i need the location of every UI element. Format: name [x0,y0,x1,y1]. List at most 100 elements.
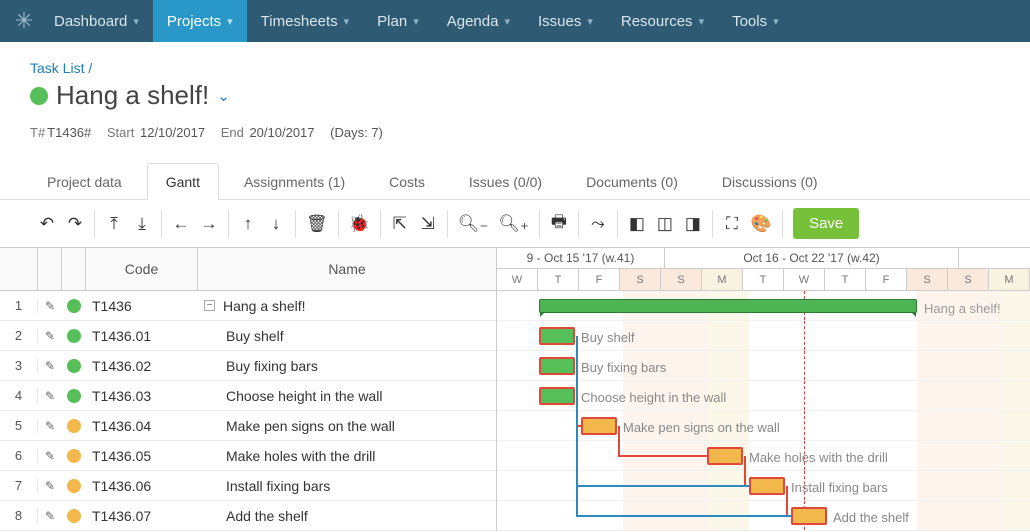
edit-icon[interactable]: ✎ [38,479,62,493]
zoom-out-icon[interactable]: 🔍︎₋ [458,214,489,234]
gantt-bar-label: Buy fixing bars [581,359,666,377]
nav-dashboard[interactable]: Dashboard▾ [40,0,153,42]
delete-icon[interactable]: 🗑 [306,214,328,234]
palette-icon[interactable]: 🎨 [751,214,772,234]
edit-icon[interactable]: ✎ [38,509,62,523]
nav-issues[interactable]: Issues▾ [524,0,607,42]
split-right-icon[interactable]: ◨ [684,214,702,234]
nav-plan[interactable]: Plan▾ [363,0,433,42]
gantt-bar-label: Buy shelf [581,329,634,347]
gantt-task-bar[interactable]: Make holes with the drill [707,447,743,465]
edit-icon[interactable]: ✎ [38,389,62,403]
status-dot-icon [30,87,48,105]
day-header: S [907,269,948,290]
gantt-task-bar[interactable]: Buy shelf [539,327,575,345]
breadcrumb[interactable]: Task List / [30,60,1008,76]
gantt-bar-label: Choose height in the wall [581,389,726,407]
table-row[interactable]: 1✎T1436−Hang a shelf! [0,291,496,321]
chevron-down-icon: ▾ [504,15,510,28]
insert-above-icon[interactable]: ⤒ [105,214,123,234]
table-row[interactable]: 2✎T1436.01Buy shelf [0,321,496,351]
day-header: M [702,269,743,290]
move-up-icon[interactable]: ↑ [239,214,257,234]
week-header: 9 - Oct 15 '17 (w.41) [497,248,665,268]
indent-icon[interactable]: → [200,214,218,234]
redo-icon[interactable]: ↷ [66,214,84,234]
task-code: T1436.01 [86,328,198,344]
collapse-icon[interactable]: − [204,300,215,311]
task-name: Buy fixing bars [198,358,496,374]
nav-timesheets[interactable]: Timesheets▾ [247,0,364,42]
status-dot-icon [62,299,86,313]
edit-icon[interactable]: ✎ [38,299,62,313]
gantt-timeline[interactable]: 9 - Oct 15 '17 (w.41)Oct 16 - Oct 22 '17… [497,248,1030,531]
nav-tools[interactable]: Tools▾ [718,0,793,42]
undo-icon[interactable]: ↶ [38,214,56,234]
print-icon[interactable]: 🖶 [550,209,568,238]
status-dot-icon [62,509,86,523]
nav-projects[interactable]: Projects▾ [153,0,247,42]
table-row[interactable]: 8✎T1436.07Add the shelf [0,501,496,531]
gantt-task-bar[interactable]: Install fixing bars [749,477,785,495]
tab-issues[interactable]: Issues (0/0) [450,163,561,200]
insert-below-icon[interactable]: ⤓ [133,214,151,234]
split-center-icon[interactable]: ◫ [656,214,674,234]
edit-icon[interactable]: ✎ [38,449,62,463]
edit-icon[interactable]: ✎ [38,329,62,343]
bug-icon[interactable]: 🐞 [349,214,370,234]
critical-path-icon[interactable]: ⤳ [589,214,607,234]
zoom-in-icon[interactable]: 🔍︎₊ [498,214,529,234]
save-button[interactable]: Save [793,208,859,239]
tab-assignments[interactable]: Assignments (1) [225,163,364,200]
task-name: Choose height in the wall [198,388,496,404]
move-down-icon[interactable]: ↓ [267,214,285,234]
table-row[interactable]: 7✎T1436.06Install fixing bars [0,471,496,501]
task-name: −Hang a shelf! [198,298,496,314]
split-left-icon[interactable]: ◧ [628,214,646,234]
tab-documents[interactable]: Documents (0) [567,163,697,200]
col-name[interactable]: Name [198,248,496,290]
app-logo-icon[interactable]: ✳ [8,5,40,37]
task-name: Make pen signs on the wall [198,418,496,434]
gantt-task-bar[interactable]: Buy fixing bars [539,357,575,375]
task-code: T1436 [86,298,198,314]
chevron-down-icon: ▾ [587,15,593,28]
gantt-summary-bar[interactable]: Hang a shelf! [539,299,917,313]
expand-all-icon[interactable]: ⇱ [391,214,409,234]
gantt-task-bar[interactable]: Choose height in the wall [539,387,575,405]
gantt-bar-label: Install fixing bars [791,479,888,497]
fullscreen-icon[interactable]: ⛶ [723,214,741,234]
row-index: 8 [0,508,38,523]
status-dot-icon [62,479,86,493]
table-row[interactable]: 4✎T1436.03Choose height in the wall [0,381,496,411]
nav-agenda[interactable]: Agenda▾ [433,0,524,42]
table-row[interactable]: 5✎T1436.04Make pen signs on the wall [0,411,496,441]
table-row[interactable]: 3✎T1436.02Buy fixing bars [0,351,496,381]
nav-resources[interactable]: Resources▾ [607,0,718,42]
chevron-down-icon: ▾ [773,15,779,28]
table-row[interactable]: 6✎T1436.05Make holes with the drill [0,441,496,471]
day-header: F [579,269,620,290]
gantt-row: Choose height in the wall [497,381,1030,411]
gantt-toolbar: ↶ ↷ ⤒ ⤓ ← → ↑ ↓ 🗑 🐞 ⇱ ⇲ 🔍︎₋ 🔍︎₊ 🖶 ⤳ ◧ ◫ … [0,200,1030,247]
chevron-down-icon[interactable]: ⌄ [217,87,230,105]
gantt-task-bar[interactable]: Make pen signs on the wall [581,417,617,435]
tab-costs[interactable]: Costs [370,163,444,200]
day-header: S [620,269,661,290]
day-header: M [989,269,1030,290]
day-header: T [538,269,579,290]
status-dot-icon [62,329,86,343]
edit-icon[interactable]: ✎ [38,419,62,433]
gantt-row: Hang a shelf! [497,291,1030,321]
gantt-task-bar[interactable]: Add the shelf [791,507,827,525]
tab-gantt[interactable]: Gantt [147,163,219,200]
collapse-all-icon[interactable]: ⇲ [419,214,437,234]
gantt-row: Buy fixing bars [497,351,1030,381]
tab-discussions[interactable]: Discussions (0) [703,163,837,200]
task-name: Install fixing bars [198,478,496,494]
row-index: 2 [0,328,38,343]
edit-icon[interactable]: ✎ [38,359,62,373]
outdent-icon[interactable]: ← [172,214,190,234]
col-code[interactable]: Code [86,248,198,290]
tab-project-data[interactable]: Project data [28,163,141,200]
